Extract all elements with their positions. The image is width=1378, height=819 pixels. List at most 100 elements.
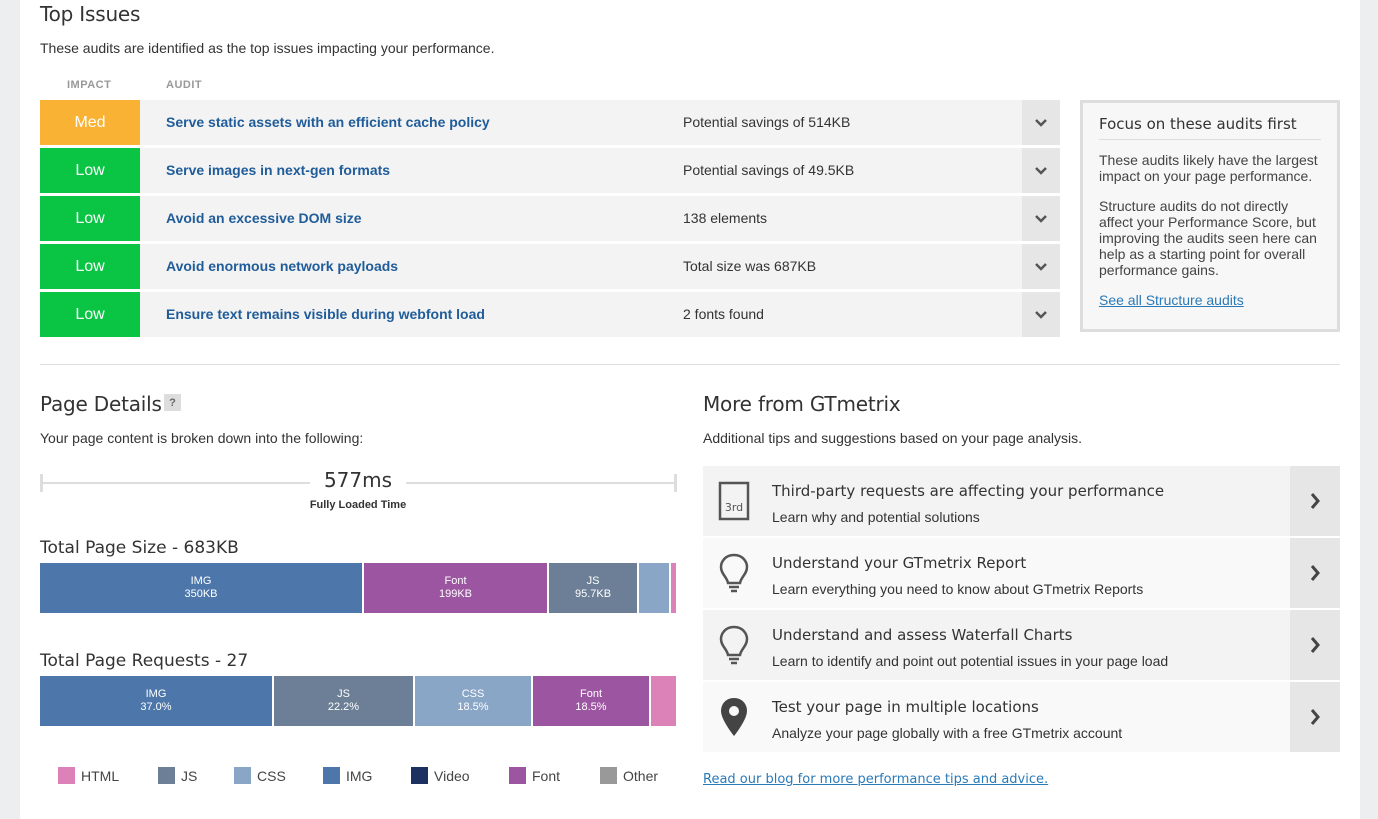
page-requests-title: Total Page Requests - 27	[40, 651, 249, 671]
audit-savings: Potential savings of 514KB	[683, 114, 851, 130]
legend-swatch	[323, 767, 340, 784]
tip-arrow-button[interactable]	[1290, 538, 1340, 608]
tip-third-party[interactable]: 3rd Third-party requests are affecting y…	[703, 466, 1340, 536]
impact-badge: Low	[40, 196, 140, 241]
map-pin-icon	[717, 696, 751, 738]
legend-item-font: Font	[509, 767, 560, 784]
legend-label: CSS	[257, 767, 286, 784]
timeline-end	[674, 474, 677, 492]
impact-badge: Low	[40, 148, 140, 193]
page-details-subtitle: Your page content is broken down into th…	[40, 430, 364, 446]
expand-button[interactable]	[1022, 100, 1060, 145]
chevron-right-icon	[1310, 493, 1320, 509]
audit-savings: 138 elements	[683, 210, 768, 226]
bar-segment-html	[651, 676, 676, 726]
legend-swatch	[234, 767, 251, 784]
tip-locations[interactable]: Test your page in multiple locations Ana…	[703, 682, 1340, 752]
tip-desc: Analyze your page globally with a free G…	[772, 725, 1123, 741]
issue-row[interactable]: Low Avoid an excessive DOM size 138 elem…	[40, 196, 1060, 241]
more-title: More from GTmetrix	[703, 392, 901, 416]
issue-row[interactable]: Low Avoid enormous network payloads Tota…	[40, 244, 1060, 289]
top-issues-title: Top Issues	[40, 2, 141, 26]
segment-value: 18.5%	[575, 701, 607, 713]
legend-label: HTML	[81, 767, 120, 784]
third-party-icon-text: 3rd	[725, 501, 743, 514]
chevron-down-icon	[1035, 214, 1047, 223]
audit-title-link[interactable]: Avoid an excessive DOM size	[166, 210, 362, 226]
bar-segment-js: JS 95.7KB	[549, 563, 637, 613]
segment-label: IMG	[145, 688, 167, 700]
tip-arrow-button[interactable]	[1290, 610, 1340, 680]
segment-value: 199KB	[438, 588, 473, 600]
tip-title: Third-party requests are affecting your …	[772, 482, 1165, 500]
audit-title-link[interactable]: Avoid enormous network payloads	[166, 258, 398, 274]
blog-link[interactable]: Read our blog for more performance tips …	[703, 772, 1048, 787]
lightbulb-icon	[717, 552, 751, 594]
legend-label: Other	[623, 767, 659, 784]
issue-row[interactable]: Low Serve images in next-gen formats Pot…	[40, 148, 1060, 193]
focus-box: Focus on these audits first These audits…	[1080, 100, 1340, 332]
tip-arrow-button[interactable]	[1290, 466, 1340, 536]
bar-segment-js: JS 22.2%	[274, 676, 413, 726]
chevron-right-icon	[1310, 637, 1320, 653]
page-size-bar: IMG 350KB Font 199KB JS 95.7KB	[40, 563, 676, 615]
help-icon[interactable]: ?	[164, 394, 181, 411]
segment-value: 95.7KB	[574, 588, 612, 600]
legend-swatch	[158, 767, 175, 784]
audit-savings: 2 fonts found	[683, 306, 764, 322]
chevron-down-icon	[1035, 166, 1047, 175]
expand-button[interactable]	[1022, 244, 1060, 289]
expand-button[interactable]	[1022, 196, 1060, 241]
page-details-title: Page Details	[40, 392, 162, 416]
segment-value: 22.2%	[327, 701, 360, 713]
expand-button[interactable]	[1022, 148, 1060, 193]
tip-desc: Learn why and potential solutions	[772, 509, 980, 525]
top-issues-subtitle: These audits are identified as the top i…	[40, 40, 495, 56]
focus-text: Structure audits do not directly affect …	[1099, 198, 1317, 278]
expand-button[interactable]	[1022, 292, 1060, 337]
legend-swatch	[600, 767, 617, 784]
page-requests-bar: IMG 37.0% JS 22.2% CSS 18.5% Font 18.5%	[40, 676, 676, 728]
bar-segment-font: Font 18.5%	[533, 676, 649, 726]
issue-row[interactable]: Med Serve static assets with an efficien…	[40, 100, 1060, 145]
audit-title-link[interactable]: Serve images in next-gen formats	[166, 162, 390, 178]
legend-label: Video	[434, 767, 470, 784]
audit-title-link[interactable]: Ensure text remains visible during webfo…	[166, 306, 485, 322]
report-panel: Top Issues These audits are identified a…	[20, 0, 1360, 819]
bar-segment-font: Font 199KB	[364, 563, 547, 613]
page-size-title: Total Page Size - 683KB	[40, 538, 239, 558]
issue-row[interactable]: Low Ensure text remains visible during w…	[40, 292, 1060, 337]
audit-savings: Potential savings of 49.5KB	[683, 162, 855, 178]
impact-badge: Low	[40, 244, 140, 289]
audit-title-link[interactable]: Serve static assets with an efficient ca…	[166, 114, 490, 130]
fully-loaded-value: 577ms	[323, 468, 393, 492]
chevron-down-icon	[1035, 262, 1047, 271]
focus-text: These audits likely have the largest imp…	[1099, 152, 1318, 184]
legend-item-html: HTML	[58, 767, 119, 784]
third-party-icon: 3rd	[717, 480, 751, 522]
fully-loaded-label: Fully Loaded Time	[309, 499, 407, 511]
tip-report[interactable]: Understand your GTmetrix Report Learn ev…	[703, 538, 1340, 608]
tip-arrow-button[interactable]	[1290, 682, 1340, 752]
focus-title: Focus on these audits first	[1099, 115, 1321, 140]
bar-segment-css: CSS 18.5%	[415, 676, 531, 726]
legend-swatch	[58, 767, 75, 784]
more-subtitle: Additional tips and suggestions based on…	[703, 430, 1083, 446]
tip-waterfall[interactable]: Understand and assess Waterfall Charts L…	[703, 610, 1340, 680]
bar-segment-img: IMG 37.0%	[40, 676, 272, 726]
legend-item-js: JS	[158, 767, 197, 784]
bar-segment-img: IMG 350KB	[40, 563, 362, 613]
legend-swatch	[509, 767, 526, 784]
structure-audits-link[interactable]: See all Structure audits	[1099, 292, 1244, 308]
chevron-down-icon	[1035, 310, 1047, 319]
tip-title: Test your page in multiple locations	[772, 698, 1039, 716]
audit-savings: Total size was 687KB	[683, 258, 817, 274]
segment-label: Font	[579, 688, 602, 700]
timeline-start	[40, 474, 43, 492]
segment-label: IMG	[190, 575, 212, 587]
lightbulb-icon	[717, 624, 751, 666]
legend-item-other: Other	[600, 767, 658, 784]
tip-title: Understand your GTmetrix Report	[772, 554, 1027, 572]
legend-item-img: IMG	[323, 767, 372, 784]
segment-value: 18.5%	[457, 701, 489, 713]
